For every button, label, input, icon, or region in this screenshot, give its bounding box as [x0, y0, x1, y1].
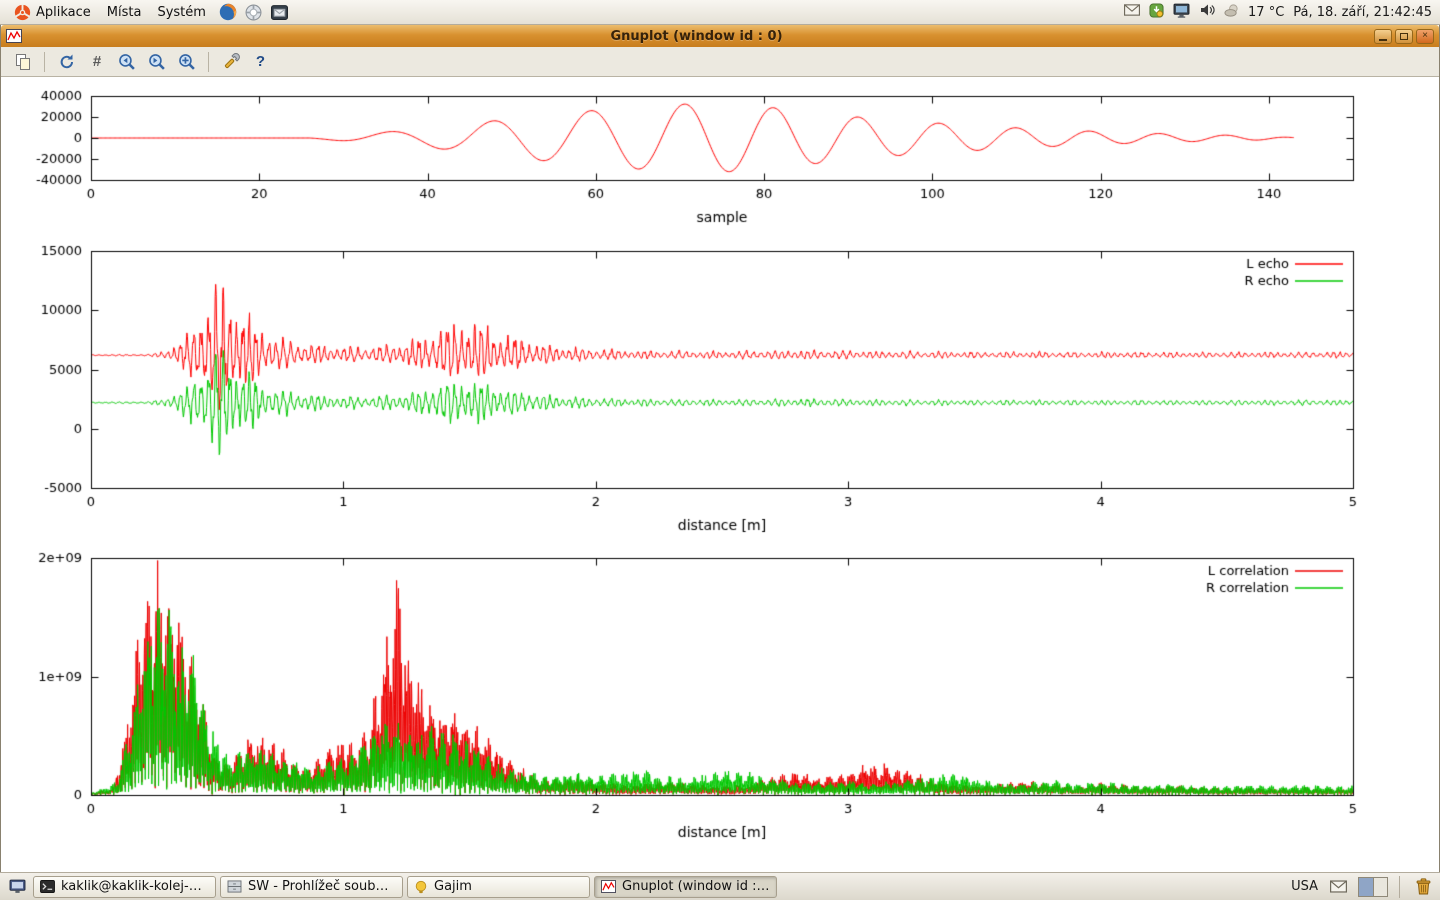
- grid-icon: #: [93, 53, 100, 70]
- show-desktop-button[interactable]: [5, 876, 29, 898]
- mail-client-icon: [271, 4, 288, 21]
- copy-button[interactable]: [9, 50, 36, 74]
- zoom-previous-icon: [117, 52, 136, 71]
- panel-status-area: 17 °C Pá, 18. září, 21:42:45: [1124, 0, 1434, 24]
- taskbar-button-label: kaklik@kaklik-kolej-u...: [61, 879, 209, 894]
- gnuplot-window-icon: [6, 29, 22, 43]
- menu-system-label: Systém: [157, 5, 205, 20]
- gajim-icon: [414, 880, 428, 894]
- window-title: Gnuplot (window id : 0): [22, 29, 1371, 44]
- mail-client-launcher[interactable]: [268, 0, 292, 24]
- toolbar-separator: [208, 52, 209, 72]
- close-button[interactable]: ×: [1416, 29, 1434, 44]
- help-icon: [245, 4, 262, 21]
- keyboard-layout-indicator[interactable]: USA: [1291, 879, 1318, 894]
- workspace-switcher[interactable]: [1358, 877, 1388, 897]
- help-launcher[interactable]: [242, 0, 266, 24]
- wrench-icon: [222, 53, 240, 71]
- window-controls: ×: [1371, 29, 1434, 44]
- taskbar-button-gnuplot[interactable]: Gnuplot (window id : 0): [594, 876, 777, 898]
- maximize-icon: [1400, 33, 1408, 40]
- replot-icon: [58, 53, 76, 71]
- ubuntu-logo-icon: [14, 4, 31, 21]
- menu-mista-label: Místa: [107, 5, 142, 20]
- temperature-label[interactable]: 17 °C: [1248, 5, 1284, 20]
- desktop: Aplikace Místa Systém: [0, 0, 1440, 900]
- help-button[interactable]: ?: [247, 50, 274, 74]
- gnuplot-window: Gnuplot (window id : 0) ×: [0, 25, 1440, 872]
- taskbar: kaklik@kaklik-kolej-u... SW - Prohlížeč …: [0, 872, 1440, 900]
- weather-icon[interactable]: [1224, 3, 1239, 22]
- minimize-icon: [1379, 39, 1387, 41]
- grid-button[interactable]: #: [83, 50, 110, 74]
- zoom-previous-button[interactable]: [113, 50, 140, 74]
- trash-icon: [1415, 878, 1432, 895]
- gnuplot-icon: [601, 880, 616, 893]
- mail-notification-icon[interactable]: [1124, 4, 1140, 20]
- firefox-icon: [219, 3, 237, 21]
- autoscale-icon: [177, 52, 196, 71]
- mail-applet-icon: [1330, 880, 1347, 893]
- plot-area: [1, 77, 1439, 872]
- menu-mista[interactable]: Místa: [99, 0, 150, 24]
- autoscale-button[interactable]: [173, 50, 200, 74]
- taskbar-button-gajim[interactable]: Gajim: [407, 876, 590, 898]
- volume-icon[interactable]: [1199, 3, 1215, 21]
- maximize-button[interactable]: [1395, 29, 1413, 44]
- menu-system[interactable]: Systém: [149, 0, 213, 24]
- updates-icon[interactable]: [1149, 3, 1164, 22]
- gnuplot-plot-canvas[interactable]: [1, 77, 1439, 872]
- taskbar-button-label: Gnuplot (window id : 0): [622, 879, 770, 894]
- window-toolbar: #: [1, 47, 1439, 77]
- taskbar-button-file-manager[interactable]: SW - Prohlížeč souborů: [220, 876, 403, 898]
- window-titlebar[interactable]: Gnuplot (window id : 0) ×: [1, 25, 1439, 47]
- terminal-icon: [40, 880, 55, 893]
- replot-button[interactable]: [53, 50, 80, 74]
- help-question-icon: ?: [256, 53, 265, 70]
- zoom-next-icon: [147, 52, 166, 71]
- trash-button[interactable]: [1411, 876, 1435, 898]
- workspace-cell[interactable]: [1374, 878, 1388, 896]
- mail-applet-button[interactable]: [1326, 876, 1350, 898]
- taskbar-button-terminal[interactable]: kaklik@kaklik-kolej-u...: [33, 876, 216, 898]
- taskbar-status-area: USA: [1291, 876, 1435, 898]
- copy-icon: [14, 53, 32, 71]
- display-icon[interactable]: [1173, 3, 1190, 22]
- minimize-button[interactable]: [1374, 29, 1392, 44]
- close-icon: ×: [1422, 31, 1428, 41]
- taskbar-button-label: Gajim: [434, 879, 583, 894]
- taskbar-button-label: SW - Prohlížeč souborů: [248, 879, 396, 894]
- panel-menu-group: Aplikace Místa Systém: [6, 0, 292, 24]
- zoom-next-button[interactable]: [143, 50, 170, 74]
- toolbar-separator: [44, 52, 45, 72]
- menu-aplikace-label: Aplikace: [36, 5, 91, 20]
- workspace-cell[interactable]: [1359, 878, 1374, 896]
- configure-button[interactable]: [217, 50, 244, 74]
- menu-aplikace[interactable]: Aplikace: [6, 0, 99, 24]
- clock-label[interactable]: Pá, 18. září, 21:42:45: [1293, 5, 1432, 20]
- file-manager-icon: [227, 880, 242, 893]
- top-panel: Aplikace Místa Systém: [0, 0, 1440, 25]
- taskbar-separator: [1399, 876, 1400, 898]
- show-desktop-icon: [9, 879, 26, 894]
- firefox-launcher[interactable]: [216, 0, 240, 24]
